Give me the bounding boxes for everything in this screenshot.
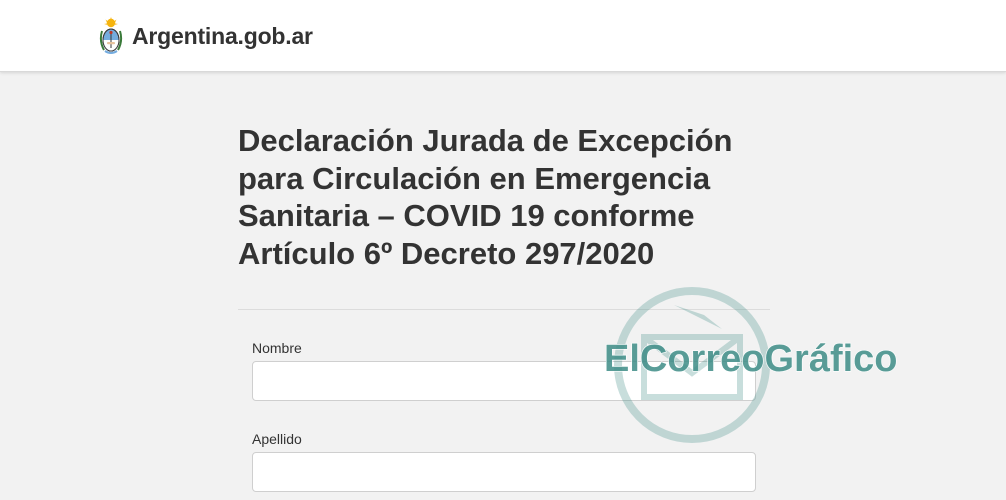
brand-name: Argentina.gob.ar [132,22,313,49]
site-header: Argentina.gob.ar [0,0,1006,72]
nombre-label: Nombre [252,340,302,356]
title-divider [238,309,770,310]
nombre-input[interactable] [252,361,756,401]
apellido-field-group: Apellido [252,430,756,492]
home-logo-link[interactable]: Argentina.gob.ar [98,17,313,55]
page-title: Declaración Jurada de Excepción para Cir… [238,123,733,271]
argentina-coat-of-arms-icon [99,17,123,54]
main-content: Declaración Jurada de Excepción para Cir… [238,122,770,272]
nombre-field-group: Nombre [252,339,756,401]
apellido-label: Apellido [252,431,302,447]
apellido-input[interactable] [252,452,756,492]
